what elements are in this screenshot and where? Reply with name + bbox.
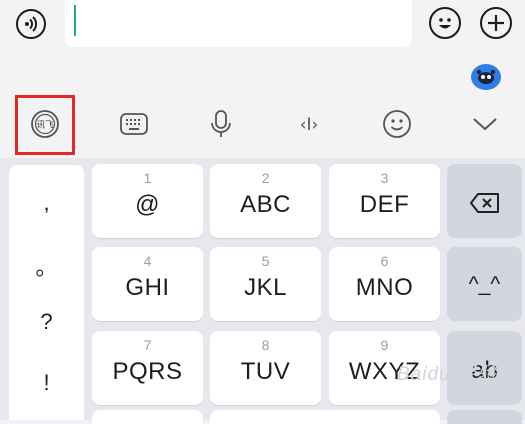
- key-label: TUV: [240, 358, 291, 385]
- voice-toggle-button[interactable]: [16, 9, 46, 39]
- key-number: 6: [380, 253, 389, 269]
- keyboard-icon: [120, 113, 148, 135]
- emoticon-key[interactable]: ^_^: [447, 247, 522, 321]
- chevron-down-icon: [473, 118, 497, 131]
- keyboard-toolbar: [0, 92, 525, 158]
- key-number: 5: [261, 253, 270, 269]
- key-3[interactable]: 3 DEF: [329, 164, 440, 238]
- voice-input-button[interactable]: [205, 108, 237, 140]
- key-2[interactable]: 2 ABC: [210, 164, 321, 238]
- key-6[interactable]: 6 MNO: [329, 247, 440, 321]
- keyboard-switch-button[interactable]: [118, 108, 150, 140]
- enter-key[interactable]: [447, 410, 522, 424]
- cursor-glyph: ‹I›: [300, 115, 319, 135]
- key-number: 3: [380, 170, 389, 186]
- key-label: PQRS: [112, 358, 183, 385]
- key-label: MNO: [355, 274, 414, 301]
- emoji-button[interactable]: [429, 7, 461, 39]
- plus-icon: [488, 15, 504, 31]
- add-attachment-button[interactable]: [480, 7, 512, 39]
- key-label: GHI: [125, 274, 170, 301]
- key-number: 1: [143, 170, 152, 186]
- punctuation-key-period[interactable]: 。: [9, 250, 84, 282]
- space-key[interactable]: [210, 410, 440, 424]
- message-input[interactable]: [65, 0, 412, 47]
- key-1[interactable]: 1 @: [92, 164, 203, 238]
- assistant-bubble-button[interactable]: [471, 64, 501, 90]
- emoji-face-icon: [439, 18, 451, 29]
- key-number: 2: [261, 170, 270, 186]
- collapse-keyboard-button[interactable]: [469, 108, 501, 140]
- baidu-watermark: Baidu 经验: [397, 364, 497, 385]
- backspace-key[interactable]: [447, 164, 522, 238]
- key-4[interactable]: 4 GHI: [92, 247, 203, 321]
- selection-highlight-box: [15, 95, 75, 155]
- key-number: 9: [380, 337, 389, 353]
- symbol-key[interactable]: [92, 410, 203, 424]
- emoji-icon: [383, 110, 411, 138]
- key-number: 7: [143, 337, 152, 353]
- emoticon-key-label: ^_^: [468, 273, 501, 296]
- key-5[interactable]: 5 JKL: [210, 247, 321, 321]
- key-label: DEF: [359, 191, 410, 218]
- cursor-edit-button[interactable]: ‹I›: [293, 108, 325, 140]
- microphone-icon: [211, 110, 231, 137]
- text-cursor-icon: ‹I›: [300, 115, 319, 135]
- key-7[interactable]: 7 PQRS: [92, 331, 203, 405]
- key-number: 8: [261, 337, 270, 353]
- key-label: ABC: [240, 191, 291, 218]
- voice-wave-icon: [25, 16, 38, 32]
- key-label: JKL: [244, 274, 287, 301]
- punctuation-key-comma[interactable]: ,: [9, 190, 84, 216]
- emoji-panel-button[interactable]: [381, 108, 413, 140]
- candidate-strip: [0, 62, 525, 92]
- punctuation-key-exclamation[interactable]: !: [9, 370, 84, 396]
- key-8[interactable]: 8 TUV: [210, 331, 321, 405]
- text-caret: [74, 5, 76, 36]
- assistant-mascot-icon: [476, 69, 496, 84]
- punctuation-key-question[interactable]: ?: [9, 309, 84, 335]
- backspace-icon: [470, 193, 499, 213]
- key-number: 4: [143, 253, 152, 269]
- key-label: @: [135, 191, 160, 218]
